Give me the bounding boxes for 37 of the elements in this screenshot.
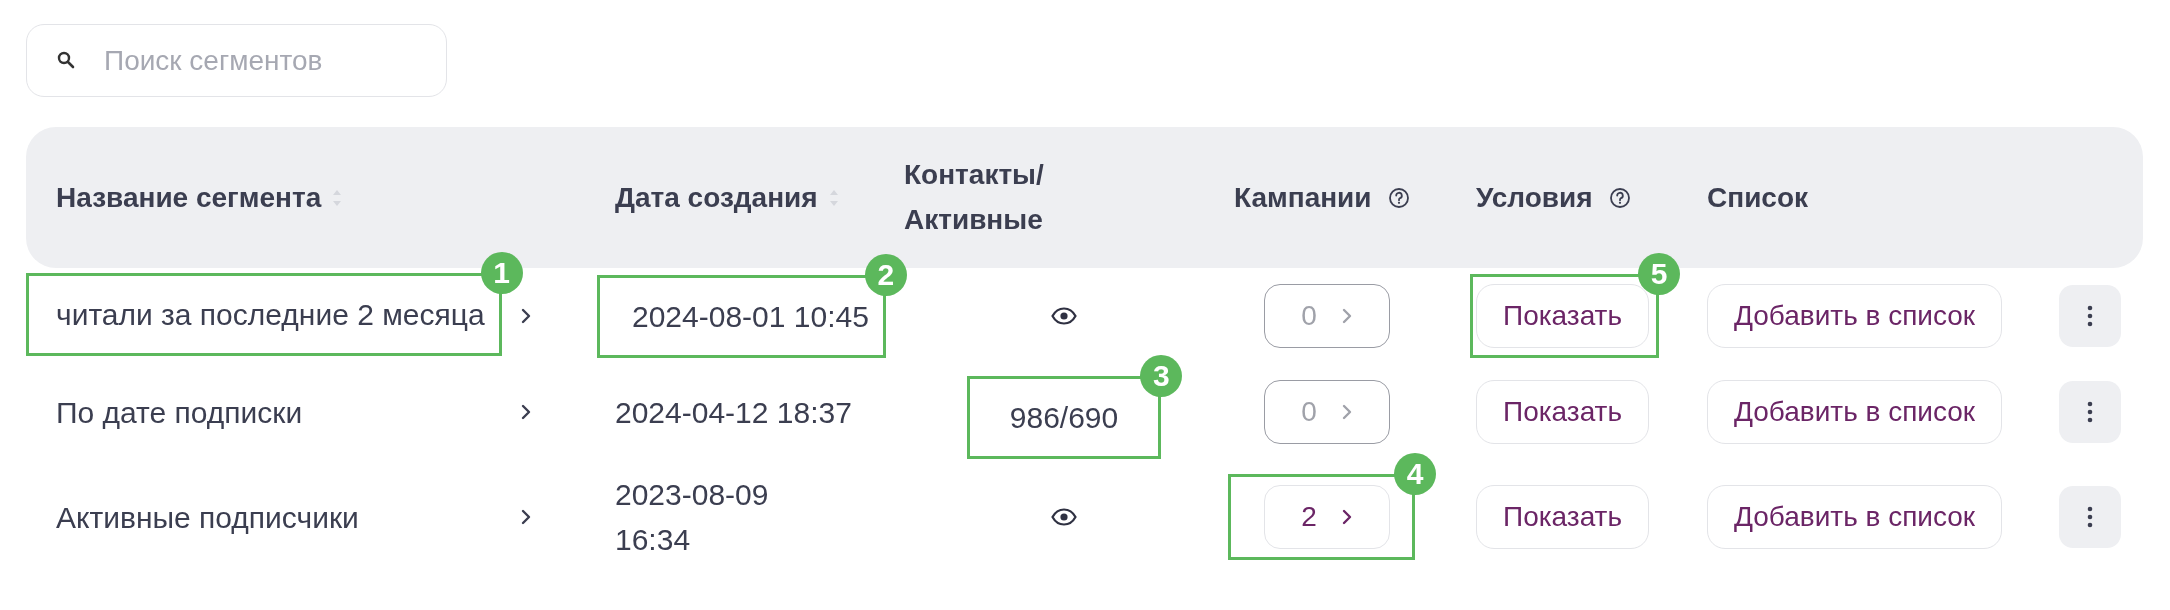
contacts-count: 986/690 [1009,399,1119,436]
column-header: Список [1707,181,1809,214]
show-button[interactable]: Показать [1476,284,1650,348]
campaigns-button[interactable]: 2 [1264,485,1390,549]
help-icon[interactable] [1608,186,1631,209]
add-to-list-button[interactable]: Добавить в список [1707,380,2003,444]
vertical-dots-icon [2087,305,2093,327]
add-to-list-button[interactable]: Добавить в список [1707,284,2003,348]
creation-date: 2023-08-09 16:34 [615,477,770,558]
show-button[interactable]: Показать [1476,485,1650,549]
add-to-list-button[interactable]: Добавить в список [1707,485,2003,549]
vertical-dots-icon [2087,506,2093,528]
help-icon[interactable] [1387,186,1410,209]
column-header: Условия [1476,181,1593,214]
chevron-right-icon [1340,508,1353,526]
eye-icon[interactable] [1051,307,1077,325]
chevron-right-icon [1340,403,1353,421]
eye-icon[interactable] [1051,508,1077,526]
callout-badge: 3 [1140,354,1183,397]
column-header: Кампании [1234,181,1372,214]
segment-name[interactable]: По дате подписки [26,389,303,435]
chevron-right-icon[interactable] [520,307,532,325]
show-button[interactable]: Показать [1476,380,1650,444]
search-field[interactable]: Поиск сегментов [26,24,447,97]
column-header: Дата создания [615,181,818,214]
column-header: Название сегмента [56,181,322,214]
chevron-right-icon[interactable] [520,403,532,421]
creation-date: 2024-04-12 18:37 [615,394,852,431]
search-icon [57,51,75,69]
creation-date: 2024-08-01 10:45 [632,298,869,335]
column-header: Контакты/ Активные [904,157,1045,237]
segment-name[interactable]: читали за последние 2 месяца [56,291,485,337]
chevron-right-icon [1340,307,1353,325]
segment-name[interactable]: Активные подписчики [26,494,359,540]
vertical-dots-icon [2087,401,2093,423]
chevron-right-icon[interactable] [520,508,532,526]
callout-badge: 4 [1394,453,1436,495]
